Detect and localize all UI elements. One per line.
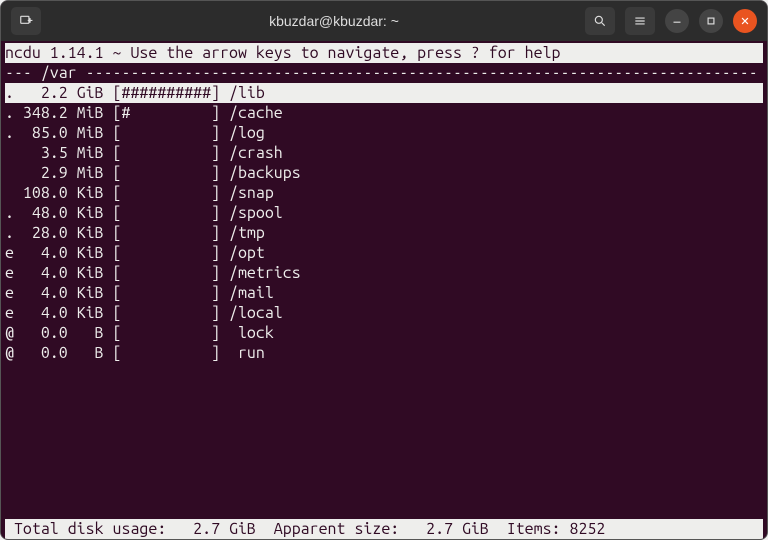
list-item[interactable]: 2.9 MiB [ ] /backups [5,163,763,183]
ncdu-footer: Total disk usage: 2.7 GiB Apparent size:… [5,519,763,539]
list-item[interactable]: e 4.0 KiB [ ] /opt [5,243,763,263]
hamburger-icon [633,14,647,28]
ncdu-header: ncdu 1.14.1 ~ Use the arrow keys to navi… [5,43,763,63]
list-item[interactable]: . 2.2 GiB [##########] /lib [5,83,763,103]
current-path: /var [41,64,77,82]
list-item[interactable]: . 28.0 KiB [ ] /tmp [5,223,763,243]
terminal-body[interactable]: ncdu 1.14.1 ~ Use the arrow keys to navi… [1,41,767,539]
list-item[interactable]: . 85.0 MiB [ ] /log [5,123,763,143]
search-icon [593,14,607,28]
list-item[interactable]: . 348.2 MiB [# ] /cache [5,103,763,123]
terminal-window: kbuzdar@kbuzdar: ~ ncdu 1.14.1 ~ Use the… [0,0,768,540]
close-button[interactable] [733,9,757,33]
list-item[interactable]: e 4.0 KiB [ ] /mail [5,283,763,303]
close-icon [738,14,752,28]
minimize-icon [670,14,684,28]
titlebar: kbuzdar@kbuzdar: ~ [1,1,767,41]
path-prefix: --- [5,64,41,82]
minimize-button[interactable] [665,9,689,33]
window-title: kbuzdar@kbuzdar: ~ [131,13,537,29]
maximize-icon [704,14,718,28]
path-fill: ----------------------------------------… [77,64,758,82]
list-item[interactable]: e 4.0 KiB [ ] /local [5,303,763,323]
new-tab-button[interactable] [11,7,41,35]
terminal-plus-icon [19,14,33,28]
menu-button[interactable] [625,7,655,35]
list-item[interactable]: @ 0.0 B [ ] lock [5,323,763,343]
list-item[interactable]: e 4.0 KiB [ ] /metrics [5,263,763,283]
search-button[interactable] [585,7,615,35]
list-item[interactable]: 108.0 KiB [ ] /snap [5,183,763,203]
list-item[interactable]: @ 0.0 B [ ] run [5,343,763,363]
terminal-empty-space [5,363,763,519]
list-item[interactable]: 3.5 MiB [ ] /crash [5,143,763,163]
list-item[interactable]: . 48.0 KiB [ ] /spool [5,203,763,223]
ncdu-path-line: --- /var -------------------------------… [5,63,763,83]
maximize-button[interactable] [699,9,723,33]
ncdu-list: . 2.2 GiB [##########] /lib. 348.2 MiB [… [5,83,763,363]
